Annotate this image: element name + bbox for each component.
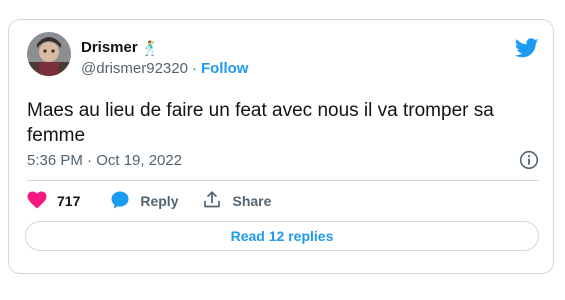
info-icon[interactable] bbox=[519, 150, 539, 170]
tweet-card: Drismer 🕺 @drismer92320 · Follow Maes au… bbox=[8, 19, 554, 274]
avatar[interactable] bbox=[27, 32, 71, 76]
tweet-timestamp[interactable]: 5:36 PM · Oct 19, 2022 bbox=[27, 152, 182, 169]
tweet-text: Maes au lieu de faire un feat avec nous … bbox=[27, 100, 494, 146]
share-button[interactable]: Share bbox=[202, 190, 271, 213]
like-count: 717 bbox=[57, 193, 81, 209]
author-name[interactable]: Drismer bbox=[81, 39, 138, 56]
reply-label: Reply bbox=[140, 193, 179, 209]
dancing-man-emoji: 🕺 bbox=[141, 39, 160, 56]
author-name-row: Drismer 🕺 bbox=[81, 39, 159, 56]
heart-icon bbox=[27, 191, 47, 212]
share-icon bbox=[202, 190, 222, 213]
reply-button[interactable]: Reply bbox=[110, 190, 178, 213]
reply-bubble-icon bbox=[110, 190, 130, 213]
handle-row: @drismer92320 · Follow bbox=[81, 60, 248, 77]
share-label: Share bbox=[232, 193, 272, 209]
twitter-bird-icon[interactable] bbox=[514, 36, 539, 60]
divider bbox=[27, 180, 539, 181]
separator-dot: · bbox=[191, 60, 197, 77]
action-bar: 717 Reply Share bbox=[27, 190, 271, 212]
author-handle[interactable]: @drismer92320 bbox=[81, 60, 188, 77]
follow-button[interactable]: Follow bbox=[201, 60, 249, 77]
like-button[interactable]: 717 bbox=[27, 191, 80, 212]
read-replies-button[interactable]: Read 12 replies bbox=[25, 221, 539, 251]
